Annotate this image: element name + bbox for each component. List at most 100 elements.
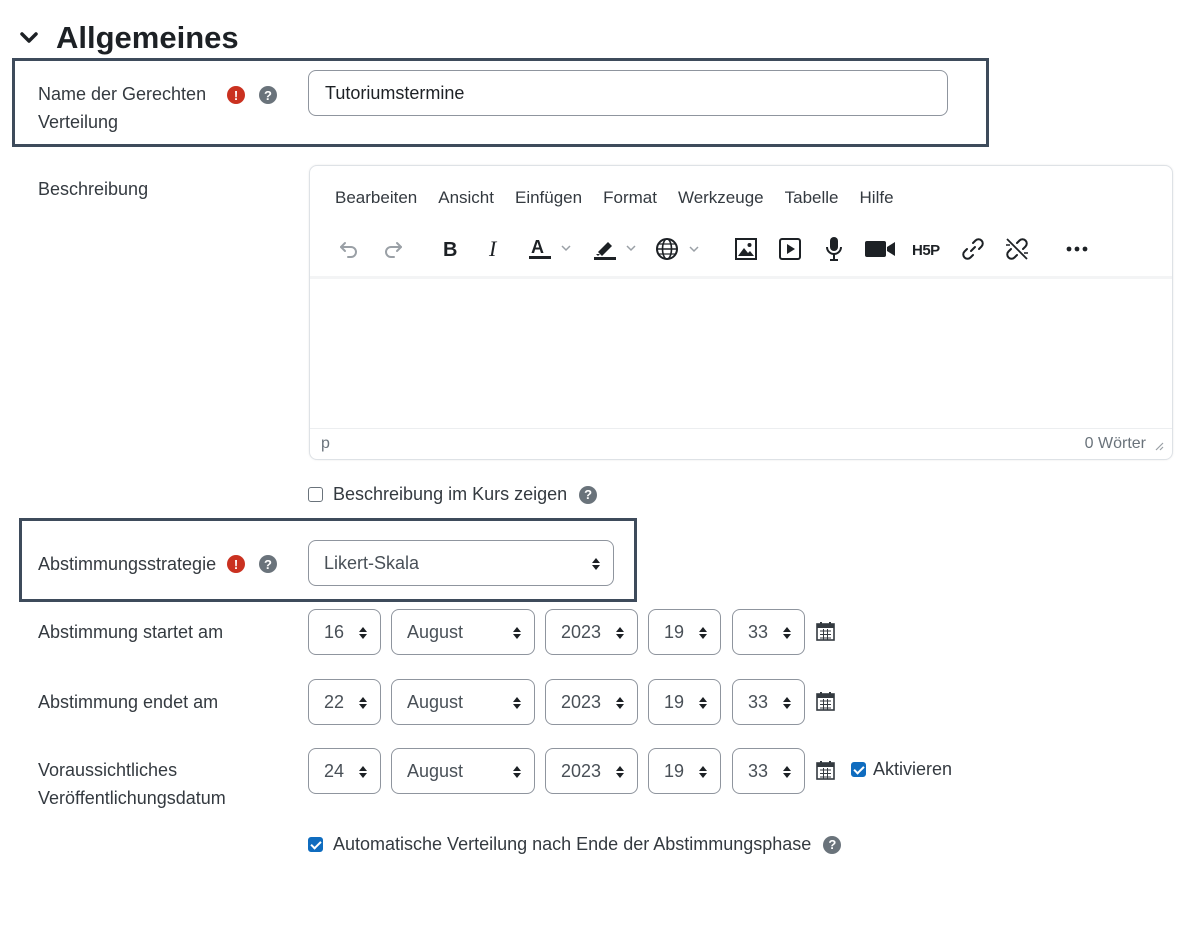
element-path[interactable]: p (321, 435, 330, 453)
strategy-label: Abstimmungsstrategie (38, 554, 217, 574)
select-arrows-icon (699, 766, 707, 778)
unlink-icon (1006, 238, 1028, 260)
start-hour-select[interactable]: 19 (648, 609, 721, 655)
resize-grip-icon[interactable] (1154, 441, 1164, 451)
menu-bearbeiten[interactable]: Bearbeiten (335, 188, 417, 208)
highlight-color-icon (594, 242, 636, 260)
select-arrows-icon (359, 766, 367, 778)
select-arrows-icon (699, 697, 707, 709)
word-count[interactable]: 0 Wörter (1085, 435, 1146, 453)
redo-icon (385, 242, 402, 258)
select-arrows-icon (616, 697, 624, 709)
end-year-select[interactable]: 2023 (545, 679, 638, 725)
publish-minute-select[interactable]: 33 (732, 748, 805, 794)
select-arrows-icon (783, 766, 791, 778)
image-icon (735, 238, 757, 260)
editor-content-area[interactable] (310, 279, 1172, 429)
italic-button[interactable]: I (477, 232, 511, 266)
start-day-select[interactable]: 16 (308, 609, 381, 655)
name-input[interactable] (308, 70, 948, 116)
menu-tabelle[interactable]: Tabelle (785, 188, 839, 208)
calendar-icon[interactable] (816, 760, 835, 780)
publish-year-select[interactable]: 2023 (545, 748, 638, 794)
start-year-select[interactable]: 2023 (545, 609, 638, 655)
end-day-select[interactable]: 22 (308, 679, 381, 725)
auto-allocation-checkbox[interactable] (308, 837, 323, 852)
editor-statusbar: p 0 Wörter (310, 428, 1172, 459)
description-editor[interactable]: Bearbeiten Ansicht Einfügen Format Werkz… (309, 165, 1173, 460)
section-title: Allgemeines (56, 20, 239, 55)
auto-allocation-label: Automatische Verteilung nach Ende der Ab… (333, 834, 812, 854)
calendar-icon[interactable] (816, 691, 835, 711)
publish-enable-row[interactable]: Aktivieren (851, 759, 952, 780)
language-button[interactable] (651, 232, 711, 266)
record-audio-icon (826, 237, 842, 261)
publish-enable-checkbox[interactable] (851, 762, 866, 777)
select-arrows-icon (359, 627, 367, 639)
chevron-down-icon (20, 32, 38, 43)
show-description-label: Beschreibung im Kurs zeigen (333, 484, 568, 504)
publish-day-select[interactable]: 24 (308, 748, 381, 794)
calendar-icon[interactable] (816, 621, 835, 641)
h5p-icon: H5P (912, 242, 941, 259)
select-arrows-icon (783, 627, 791, 639)
show-description-checkbox[interactable] (308, 487, 323, 502)
select-arrows-icon (513, 697, 521, 709)
language-icon (656, 238, 699, 260)
end-month-select[interactable]: August (391, 679, 535, 725)
start-label: Abstimmung startet am (38, 622, 224, 642)
publish-hour-select[interactable]: 19 (648, 748, 721, 794)
menu-einfuegen[interactable]: Einfügen (515, 188, 582, 208)
section-header-allgemeines[interactable]: Allgemeines (18, 20, 239, 56)
svg-text:A: A (531, 237, 544, 257)
media-button[interactable] (773, 232, 807, 266)
svg-text:H5P: H5P (912, 242, 940, 259)
media-icon (779, 238, 801, 260)
show-description-row[interactable]: Beschreibung im Kurs zeigen ? (308, 484, 598, 505)
more-icon (1066, 246, 1088, 252)
select-arrows-icon (616, 766, 624, 778)
undo-icon (340, 242, 357, 258)
select-arrows-icon (783, 697, 791, 709)
help-icon[interactable]: ? (579, 485, 598, 504)
select-arrows-icon (592, 558, 600, 570)
select-arrows-icon (359, 697, 367, 709)
select-arrows-icon (513, 627, 521, 639)
start-minute-select[interactable]: 33 (732, 609, 805, 655)
redo-button[interactable] (376, 232, 410, 266)
text-color-button[interactable]: A (524, 232, 580, 266)
end-hour-select[interactable]: 19 (648, 679, 721, 725)
publish-enable-label: Aktivieren (873, 759, 953, 779)
help-icon[interactable]: ? (823, 835, 842, 854)
link-button[interactable] (956, 232, 990, 266)
end-minute-select[interactable]: 33 (732, 679, 805, 725)
publish-month-select[interactable]: August (391, 748, 535, 794)
menu-format[interactable]: Format (603, 188, 657, 208)
highlight-color-button[interactable] (589, 232, 645, 266)
select-arrows-icon (699, 627, 707, 639)
menu-hilfe[interactable]: Hilfe (860, 188, 894, 208)
auto-allocation-row[interactable]: Automatische Verteilung nach Ende der Ab… (308, 834, 842, 855)
select-arrows-icon (616, 627, 624, 639)
h5p-button[interactable]: H5P (908, 232, 950, 266)
bold-button[interactable]: B (433, 232, 467, 266)
undo-button[interactable] (332, 232, 366, 266)
help-icon[interactable]: ? (259, 555, 277, 573)
editor-menubar: Bearbeiten Ansicht Einfügen Format Werkz… (335, 188, 894, 208)
select-arrows-icon (513, 766, 521, 778)
image-button[interactable] (729, 232, 763, 266)
start-month-select[interactable]: August (391, 609, 535, 655)
record-video-icon (865, 241, 895, 257)
record-audio-button[interactable] (817, 232, 851, 266)
unlink-button[interactable] (1000, 232, 1034, 266)
menu-ansicht[interactable]: Ansicht (438, 188, 494, 208)
publish-label: Voraussichtliches Veröffentlichungsdatum (38, 760, 226, 808)
strategy-select[interactable]: Likert-Skala (308, 540, 614, 586)
svg-text:B: B (443, 239, 457, 260)
more-button[interactable] (1060, 232, 1094, 266)
svg-text:I: I (488, 238, 498, 260)
record-video-button[interactable] (861, 232, 899, 266)
help-icon[interactable]: ? (259, 86, 277, 104)
menu-werkzeuge[interactable]: Werkzeuge (678, 188, 764, 208)
name-field-label: Name der Gerechten Verteilung (38, 84, 207, 132)
